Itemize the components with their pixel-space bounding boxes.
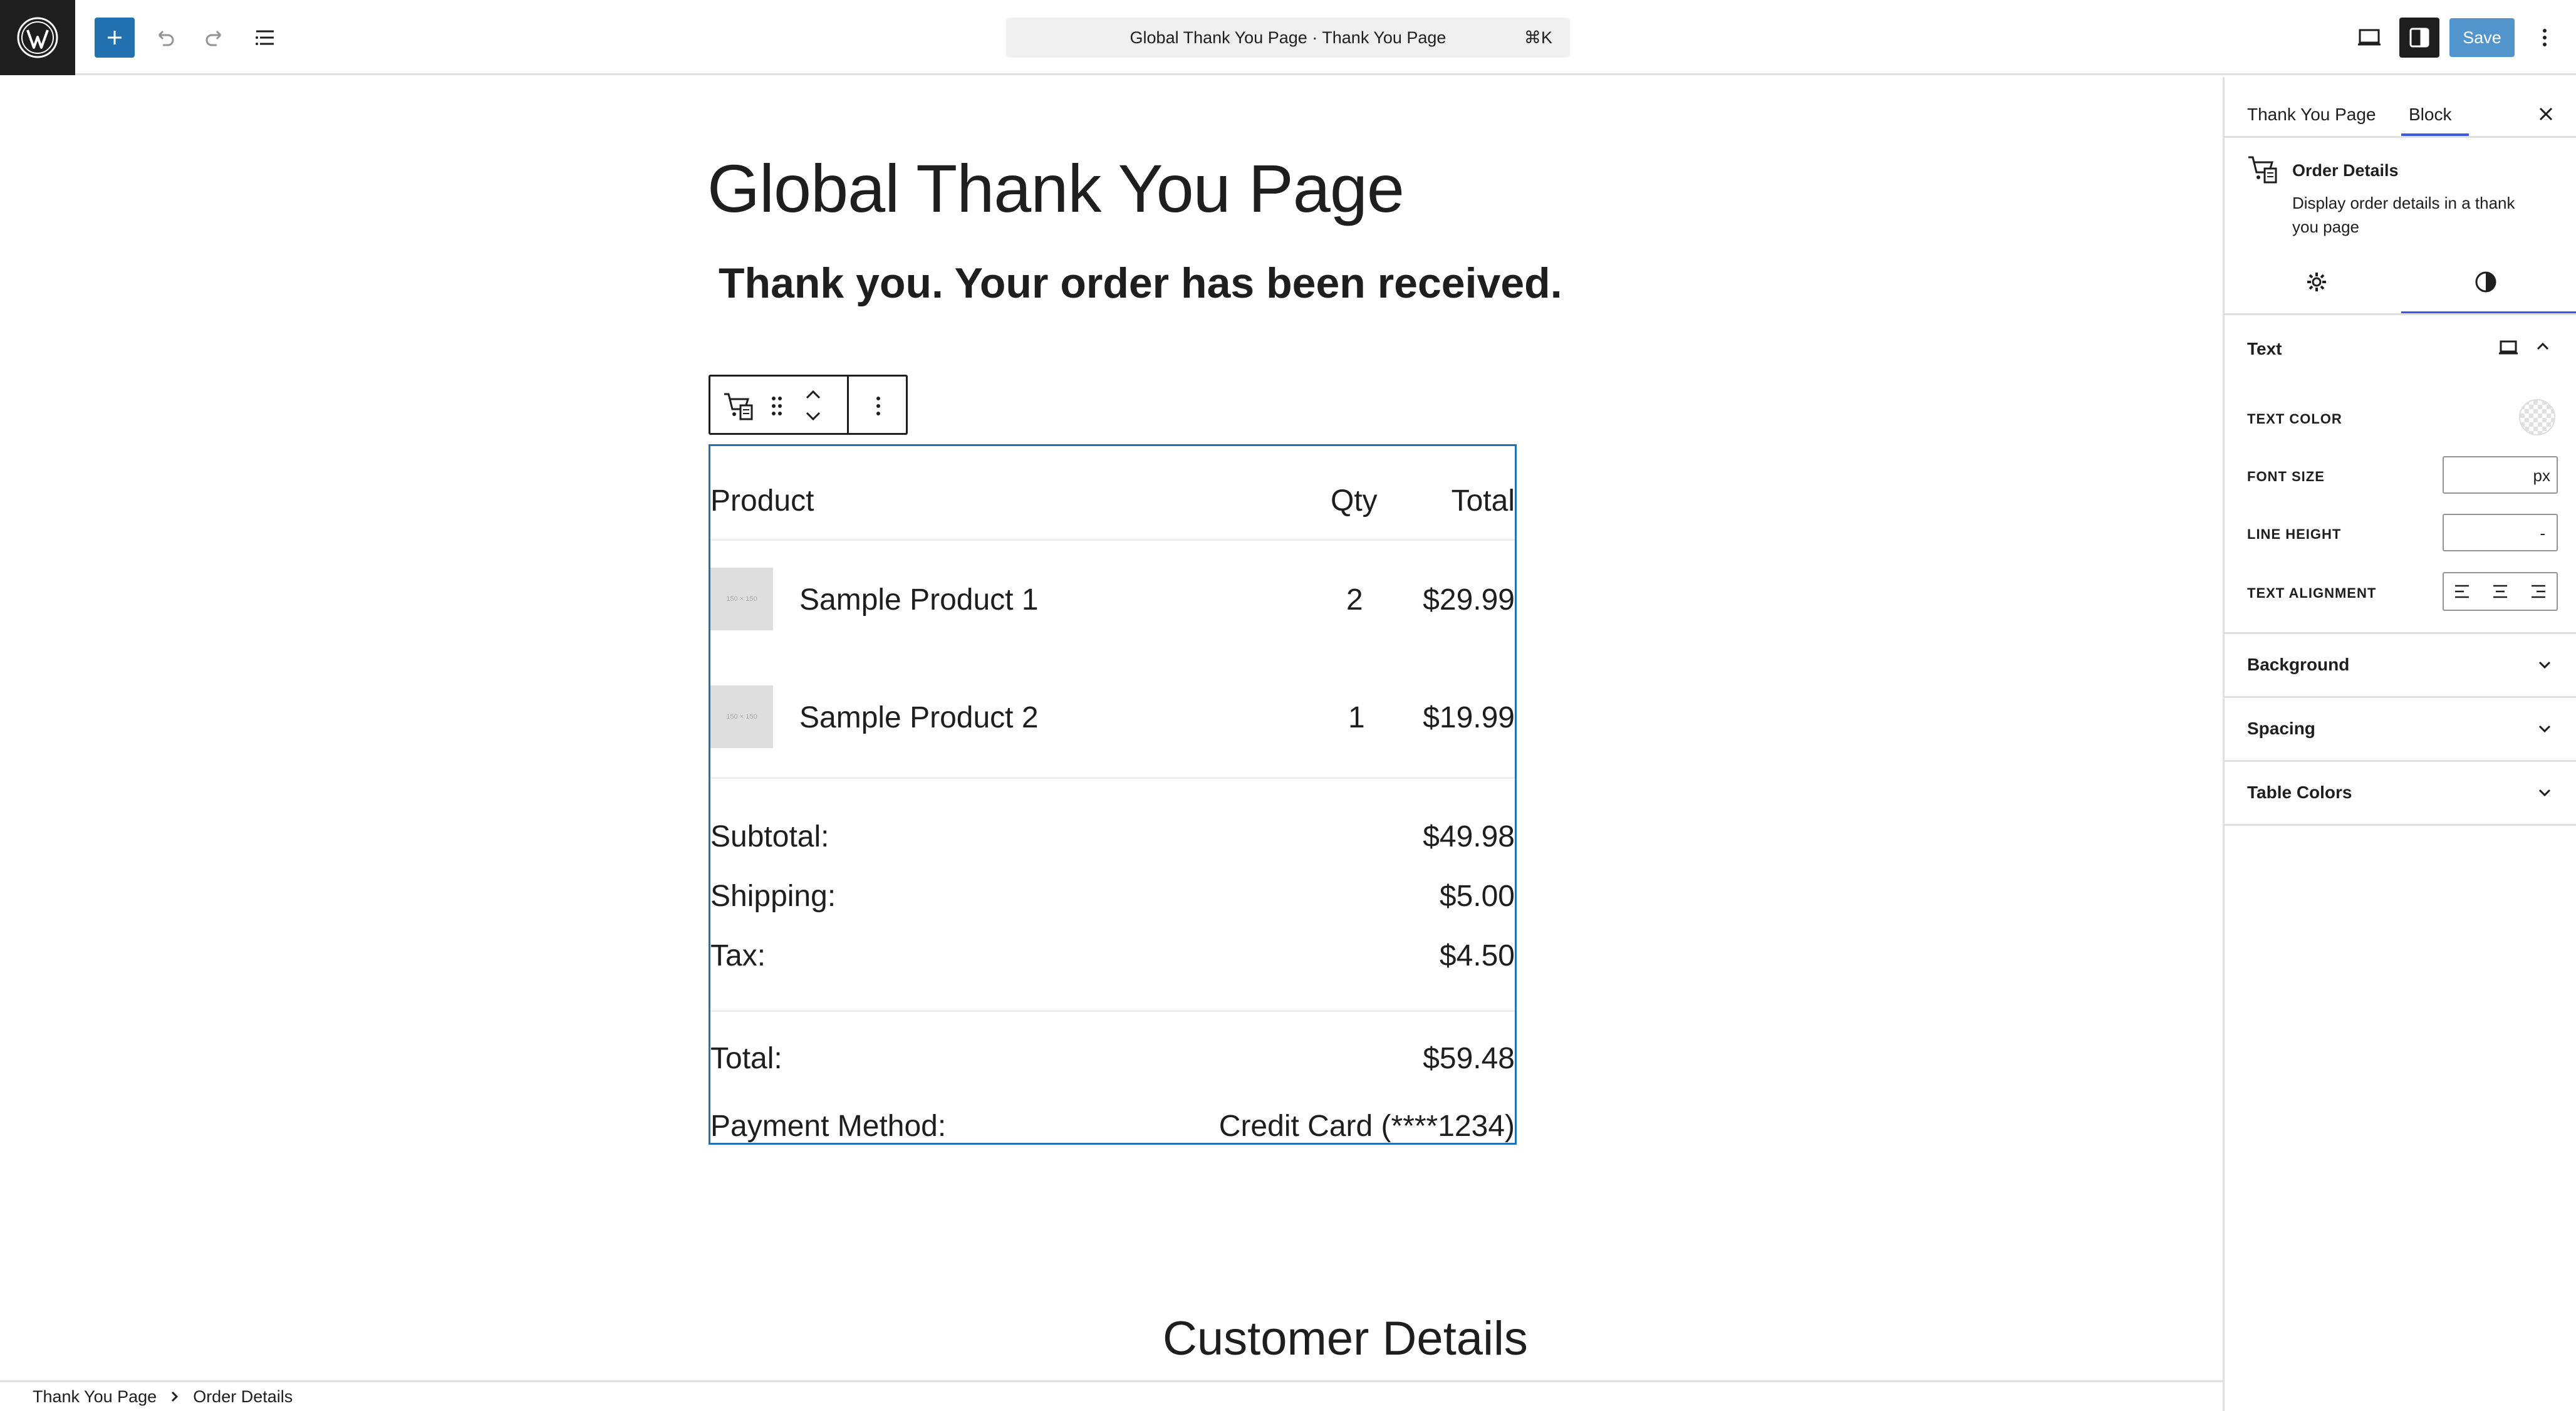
- block-options-icon[interactable]: [875, 395, 882, 418]
- line-height-input[interactable]: -: [2443, 514, 2558, 551]
- settings-gear-icon[interactable]: [2305, 270, 2329, 294]
- product-total: $29.99: [1423, 583, 1515, 617]
- chevron-up-icon[interactable]: [2535, 340, 2550, 353]
- text-alignment-control: [2443, 572, 2558, 611]
- chevron-down-icon[interactable]: [2537, 786, 2552, 799]
- device-icon[interactable]: [2498, 339, 2519, 357]
- spacing-panel-heading[interactable]: Spacing: [2247, 719, 2315, 739]
- add-block-button[interactable]: [95, 18, 135, 58]
- product-qty: 1: [1348, 701, 1365, 734]
- divider: [2225, 313, 2576, 315]
- text-panel-heading[interactable]: Text: [2247, 339, 2282, 359]
- payment-method-label: Payment Method:: [710, 1110, 947, 1143]
- line-height-label: LINE HEIGHT: [2247, 526, 2342, 542]
- undo-icon: [158, 30, 174, 46]
- tab-thank-you-page[interactable]: Thank You Page: [2247, 95, 2376, 135]
- settings-sidebar: Thank You Page Block Order Details Displ…: [2223, 77, 2576, 1411]
- align-right-icon[interactable]: [2529, 583, 2547, 600]
- column-header-product: Product: [710, 484, 814, 518]
- tax-value: $4.50: [1439, 939, 1515, 972]
- document-title: Global Thank You Page · Thank You Page: [1130, 28, 1446, 47]
- order-details-block-icon[interactable]: [723, 390, 754, 422]
- redo-icon: [205, 30, 222, 46]
- document-title-search[interactable]: Global Thank You Page · Thank You Page ⌘…: [1006, 18, 1570, 58]
- block-description: Display order details in a thank you pag…: [2292, 194, 2515, 236]
- editor-canvas[interactable]: Global Thank You Page Thank you. Your or…: [0, 77, 2223, 1380]
- align-center-icon[interactable]: [2491, 583, 2509, 600]
- desktop-preview-icon: [2358, 29, 2381, 46]
- preview-button[interactable]: [2349, 18, 2389, 58]
- chevron-down-icon[interactable]: [2537, 722, 2552, 735]
- plus-icon: [108, 31, 122, 44]
- settings-toggle-button[interactable]: [2399, 18, 2439, 58]
- list-view-icon: [256, 30, 274, 45]
- tab-block[interactable]: Block: [2409, 95, 2451, 135]
- divider: [710, 777, 1515, 779]
- product-qty: 2: [1346, 583, 1363, 617]
- divider: [2225, 632, 2576, 634]
- divider: [710, 539, 1515, 541]
- product-name: Sample Product 2: [799, 701, 1039, 734]
- settings-panel-icon: [2409, 28, 2429, 48]
- editor-topbar: Global Thank You Page · Thank You Page ⌘…: [0, 0, 2576, 75]
- total-value: $59.48: [1423, 1042, 1515, 1075]
- chevron-right-icon: [170, 1390, 179, 1403]
- font-size-label: FONT SIZE: [2247, 469, 2325, 484]
- redo-button[interactable]: [194, 18, 234, 58]
- payment-method-value: Credit Card (****1234): [1218, 1110, 1515, 1143]
- background-panel-heading[interactable]: Background: [2247, 655, 2349, 675]
- move-down-icon[interactable]: [804, 409, 822, 423]
- total-label: Total:: [710, 1042, 782, 1075]
- subtotal-value: $49.98: [1423, 820, 1515, 853]
- customer-details-heading[interactable]: Customer Details: [1163, 1311, 1528, 1366]
- align-left-icon[interactable]: [2454, 583, 2471, 600]
- breadcrumb-item[interactable]: Order Details: [193, 1387, 293, 1407]
- divider: [2225, 136, 2576, 138]
- close-icon[interactable]: [2537, 105, 2555, 123]
- tax-label: Tax:: [710, 939, 766, 972]
- text-alignment-label: TEXT ALIGNMENT: [2247, 585, 2377, 601]
- product-name: Sample Product 1: [799, 583, 1039, 617]
- breadcrumb-item[interactable]: Thank You Page: [33, 1387, 157, 1407]
- styles-contrast-icon[interactable]: [2474, 270, 2498, 294]
- divider: [2225, 824, 2576, 826]
- text-color-swatch[interactable]: [2519, 399, 2555, 435]
- block-title: Order Details: [2292, 161, 2399, 180]
- wordpress-logo-icon[interactable]: [0, 0, 75, 75]
- table-colors-panel-heading[interactable]: Table Colors: [2247, 783, 2352, 803]
- text-color-label: TEXT COLOR: [2247, 411, 2342, 427]
- shortcut-hint: ⌘K: [1524, 28, 1552, 47]
- more-options-button[interactable]: [2525, 18, 2565, 58]
- move-up-icon[interactable]: [804, 388, 822, 402]
- shipping-value: $5.00: [1439, 880, 1515, 913]
- undo-button[interactable]: [145, 18, 185, 58]
- divider: [710, 1010, 1515, 1012]
- product-thumbnail: 150 × 150: [710, 685, 773, 748]
- product-total: $19.99: [1423, 701, 1515, 734]
- chevron-down-icon[interactable]: [2537, 659, 2552, 671]
- order-details-block[interactable]: Product Qty Total 150 × 150 Sample Produ…: [709, 444, 1517, 1145]
- save-button[interactable]: Save: [2449, 18, 2515, 57]
- column-header-total: Total: [1451, 484, 1515, 518]
- block-toolbar: [709, 375, 908, 435]
- subtotal-label: Subtotal:: [710, 820, 829, 853]
- drag-handle-icon[interactable]: [771, 395, 783, 417]
- thank-you-message[interactable]: Thank you. Your order has been received.: [719, 259, 1562, 308]
- order-details-block-icon: [2247, 154, 2278, 185]
- divider: [2225, 760, 2576, 762]
- divider: [2225, 696, 2576, 698]
- page-title[interactable]: Global Thank You Page: [707, 149, 1405, 227]
- font-size-unit[interactable]: px: [2533, 466, 2550, 486]
- toolbar-divider: [847, 377, 849, 433]
- list-view-button[interactable]: [245, 18, 285, 58]
- font-size-input[interactable]: px: [2443, 456, 2558, 494]
- shipping-label: Shipping:: [710, 880, 836, 913]
- more-options-icon: [2543, 29, 2547, 46]
- column-header-qty: Qty: [1331, 484, 1378, 518]
- breadcrumb: Thank You Page Order Details: [0, 1380, 2223, 1411]
- product-thumbnail: 150 × 150: [710, 568, 773, 630]
- line-height-value: -: [2540, 524, 2545, 543]
